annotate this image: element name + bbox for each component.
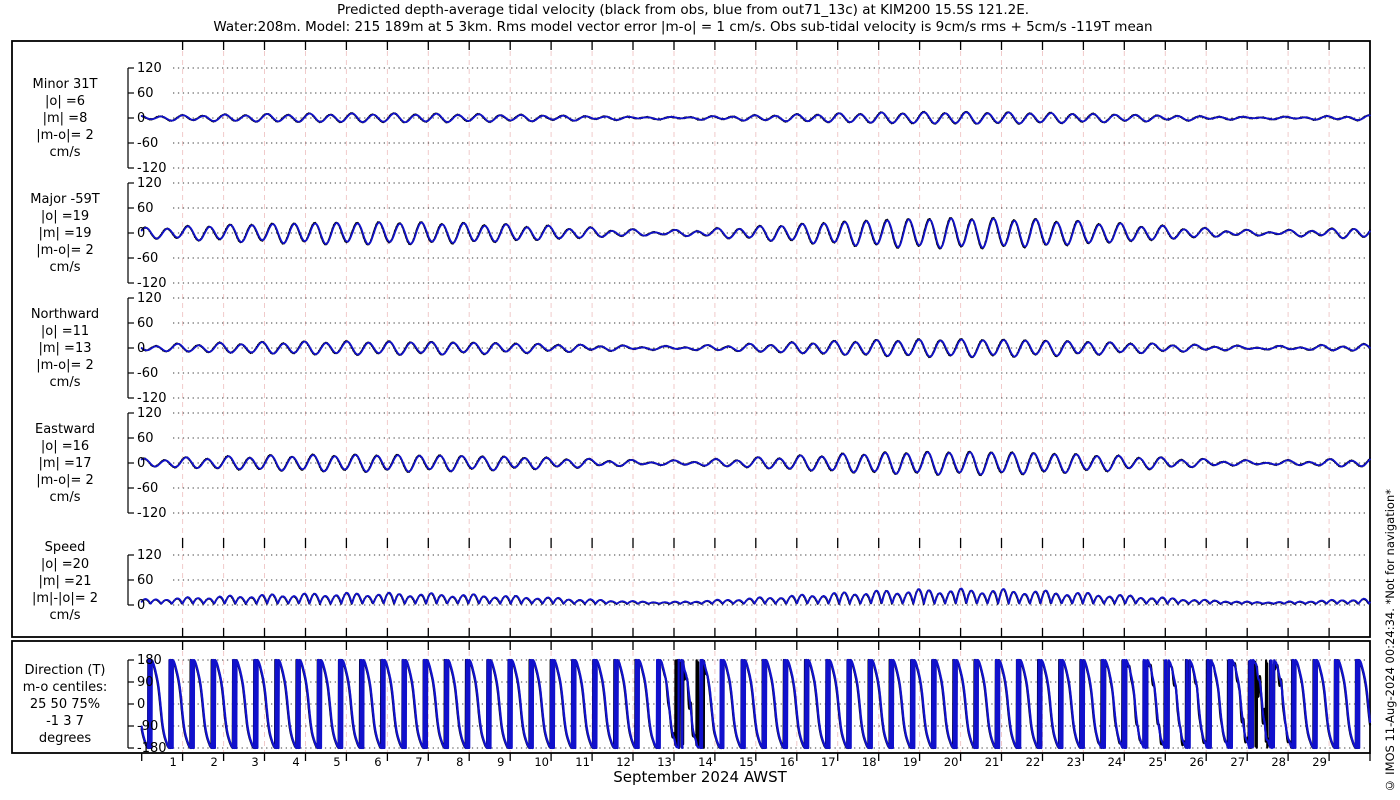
day-label: 8 (456, 755, 464, 769)
ytick-label-major: 0 (137, 225, 146, 241)
ytick-label-minor: 0 (137, 110, 146, 126)
day-label: 1 (169, 755, 177, 769)
panel-label-line: cm/s (49, 375, 81, 390)
day-label: 5 (333, 755, 341, 769)
ytick-label-eastward: -60 (137, 480, 159, 496)
day-label: 28 (1271, 755, 1286, 769)
day-label: 10 (534, 755, 549, 769)
day-label: 3 (251, 755, 259, 769)
panel-label-line: 25 50 75% (29, 697, 101, 712)
day-label: 7 (415, 755, 423, 769)
ytick-label-direction: 90 (137, 674, 154, 690)
panel-label-line: Eastward (34, 422, 96, 437)
model-series-speed (140, 587, 1371, 605)
panel-label-line: |m-o|= 2 (36, 128, 94, 143)
day-label: 4 (292, 755, 300, 769)
panel-label-line: Direction (T) (24, 663, 106, 678)
panel-label-line: m-o centiles: (22, 680, 108, 695)
day-label: 25 (1148, 755, 1164, 769)
day-label: 18 (861, 755, 877, 769)
ytick-label-direction: -90 (137, 718, 159, 734)
ytick-label-northward: 0 (137, 340, 146, 356)
panel-label-line: cm/s (49, 608, 81, 623)
panel-label-line: |o| =6 (44, 94, 85, 109)
panel-label-line: |o| =20 (40, 557, 90, 572)
ytick-label-minor: 60 (137, 85, 154, 101)
panel-label-line: Speed (44, 540, 86, 555)
ytick-label-major: -120 (137, 275, 167, 291)
day-label: 22 (1025, 755, 1041, 769)
day-label: 15 (739, 755, 754, 769)
figure: Predicted depth-average tidal velocity (… (0, 0, 1400, 800)
panel-label-major: Major -59T |o| =19 |m| =19 |m-o|= 2 cm/s (2, 191, 128, 276)
panel-label-line: degrees (38, 731, 92, 746)
day-label: 20 (943, 755, 959, 769)
ytick-label-minor: -60 (137, 135, 159, 151)
day-label: 26 (1189, 755, 1205, 769)
panel-label-line: Northward (30, 307, 100, 322)
day-label: 6 (374, 755, 382, 769)
ytick-label-eastward: 60 (137, 430, 154, 446)
panel-label-eastward: Eastward |o| =16 |m| =17 |m-o|= 2 cm/s (2, 421, 128, 506)
panel-label-line: Major -59T (30, 192, 100, 207)
day-label: 2 (210, 755, 218, 769)
ytick-label-northward: 60 (137, 315, 154, 331)
day-label: 27 (1230, 755, 1246, 769)
panel-label-line: cm/s (49, 490, 81, 505)
day-label: 12 (616, 755, 631, 769)
panel-label-line: -1 3 7 (46, 714, 84, 729)
ytick-label-speed: 0 (137, 597, 146, 613)
ytick-label-speed: 120 (137, 547, 162, 563)
ytick-label-direction: -180 (137, 740, 167, 756)
day-label: 16 (780, 755, 795, 769)
ytick-label-northward: -120 (137, 390, 167, 406)
panel-label-northward: Northward |o| =11 |m| =13 |m-o|= 2 cm/s (2, 306, 128, 391)
panel-label-line: |m| =13 (38, 341, 92, 356)
panel-label-line: |m| =8 (42, 111, 88, 126)
panel-label-line: cm/s (49, 145, 81, 160)
day-label: 29 (1312, 755, 1327, 769)
panel-label-line: |o| =19 (40, 209, 90, 224)
day-label: 24 (1107, 755, 1123, 769)
panel-label-line: |m-o|= 2 (36, 473, 94, 488)
copyright-watermark: © IMOS 11-Aug-2024 00:24:34. *Not for na… (1383, 488, 1397, 792)
day-label: 9 (497, 755, 505, 769)
ytick-label-northward: 120 (137, 290, 162, 306)
ytick-label-eastward: 120 (137, 405, 162, 421)
day-label: 14 (698, 755, 713, 769)
day-label: 11 (575, 755, 590, 769)
ytick-label-eastward: 0 (137, 455, 146, 471)
velocity-frame (11, 40, 1371, 638)
panel-label-line: cm/s (49, 260, 81, 275)
panel-label-line: |m-o|= 2 (36, 358, 94, 373)
ytick-label-direction: 180 (137, 652, 162, 668)
panel-label-line: Minor 31T (32, 77, 98, 92)
day-label: 23 (1066, 755, 1082, 769)
day-label: 13 (657, 755, 672, 769)
ytick-label-major: 120 (137, 175, 162, 191)
panel-label-line: |o| =11 (40, 324, 90, 339)
ytick-label-northward: -60 (137, 365, 159, 381)
ytick-label-minor: 120 (137, 60, 162, 76)
panel-label-line: |m| =17 (38, 456, 92, 471)
ytick-label-speed: 60 (137, 572, 154, 588)
panel-label-line: |m| =19 (38, 226, 92, 241)
panel-label-line: |m| =21 (38, 574, 92, 589)
ytick-label-major: 60 (137, 200, 154, 216)
panel-label-direction: Direction (T) m-o centiles: 25 50 75% -1 3 … (2, 662, 128, 747)
ytick-label-direction: 0 (137, 696, 146, 712)
panel-label-line: |o| =16 (40, 439, 90, 454)
day-label: 19 (902, 755, 918, 769)
panel-label-line: |m-o|= 2 (36, 243, 94, 258)
ytick-label-major: -60 (137, 250, 159, 266)
ytick-label-minor: -120 (137, 160, 167, 176)
day-label: 17 (820, 755, 836, 769)
panel-label-line: |m|-|o|= 2 (31, 591, 99, 606)
day-label: 21 (984, 755, 1000, 769)
ytick-label-eastward: -120 (137, 505, 167, 521)
panel-label-minor: Minor 31T |o| =6 |m| =8 |m-o|= 2 cm/s (2, 76, 128, 161)
tidal-chart-svg (11, 40, 1372, 761)
x-axis-title: September 2024 AWST (613, 768, 787, 786)
panel-label-speed: Speed |o| =20 |m| =21 |m|-|o|= 2 cm/s (2, 539, 128, 624)
